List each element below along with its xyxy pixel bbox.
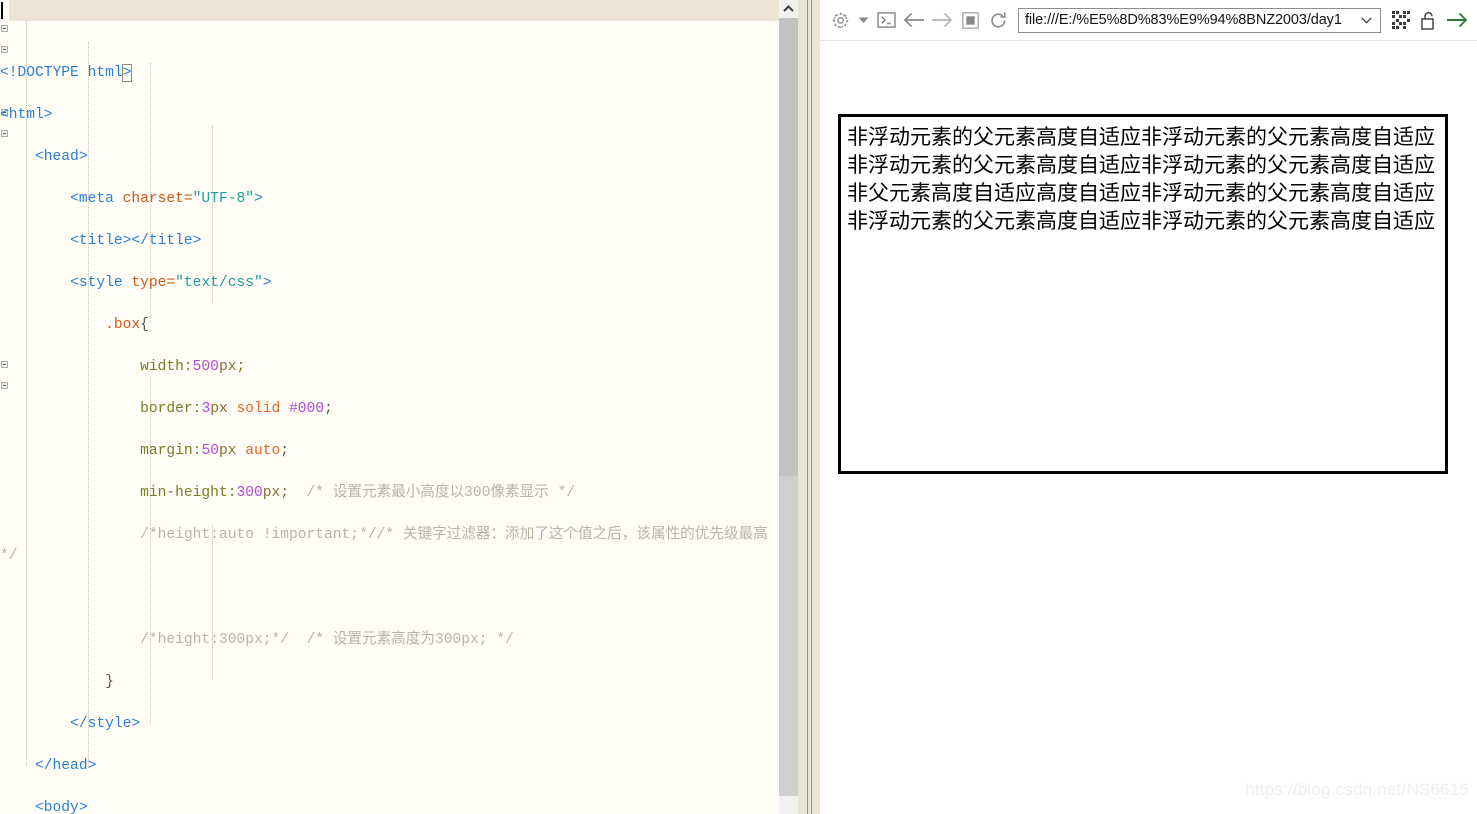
code-line[interactable]: <style type="text/css">	[0, 273, 779, 294]
arrow-right-icon	[932, 12, 953, 28]
pane-splitter[interactable]	[798, 0, 820, 814]
settings-dropdown-button[interactable]	[854, 6, 872, 34]
settings-gear-button[interactable]	[826, 6, 854, 34]
scroll-thumb[interactable]	[779, 18, 798, 476]
scroll-up-button[interactable]	[779, 0, 798, 18]
scroll-track[interactable]	[779, 476, 798, 814]
arrow-right-green-icon	[1447, 12, 1468, 28]
chevron-down-icon	[858, 17, 868, 23]
chevron-down-icon	[1360, 16, 1372, 24]
code-line[interactable]: </head>	[0, 756, 779, 777]
qr-code-button[interactable]	[1387, 6, 1415, 34]
reload-icon	[990, 12, 1006, 28]
code-line[interactable]: /*height:auto !important;*//* 关键字过滤器：添加了…	[0, 525, 779, 567]
code-line[interactable]: /*height:300px;*/ /* 设置元素高度为300px; */	[0, 630, 779, 651]
splitter-line	[807, 0, 808, 814]
rendered-page-viewport[interactable]: 非浮动元素的父元素高度自适应非浮动元素的父元素高度自适应非浮动元素的父元素高度自…	[820, 41, 1477, 814]
code-line[interactable]: <title></title>	[0, 231, 779, 252]
url-history-dropdown-button[interactable]	[1358, 16, 1374, 24]
code-editor-pane[interactable]: <!DOCTYPE html> <html> <head> <meta char…	[0, 0, 779, 814]
unlock-icon	[1421, 11, 1434, 30]
code-line[interactable]: min-height:300px; /* 设置元素最小高度以300像素显示 */	[0, 483, 779, 504]
browser-preview-pane[interactable]: file:///E:/%E5%8D%83%E9%94%8BNZ2003/day1	[820, 0, 1477, 814]
code-line[interactable]: <head>	[0, 147, 779, 168]
console-button[interactable]	[872, 6, 900, 34]
browser-toolbar[interactable]: file:///E:/%E5%8D%83%E9%94%8BNZ2003/day1	[820, 0, 1477, 41]
code-line[interactable]: </style>	[0, 714, 779, 735]
gear-icon	[831, 11, 849, 29]
qr-code-icon	[1392, 11, 1410, 29]
screen-root: <!DOCTYPE html> <html> <head> <meta char…	[0, 0, 1477, 814]
code-line[interactable]: width:500px;	[0, 357, 779, 378]
terminal-icon	[876, 12, 896, 28]
code-line[interactable]: <html>	[0, 105, 779, 126]
unlock-button[interactable]	[1415, 6, 1443, 34]
code-line[interactable]: <meta charset="UTF-8">	[0, 189, 779, 210]
code-line[interactable]: ​	[0, 588, 779, 609]
arrow-left-icon	[903, 12, 924, 28]
code-line[interactable]: .box{	[0, 315, 779, 336]
code-line[interactable]: }	[0, 672, 779, 693]
watermark-text: https://blog.csdn.net/NS6615	[1245, 780, 1469, 799]
address-bar[interactable]: file:///E:/%E5%8D%83%E9%94%8BNZ2003/day1	[1018, 7, 1381, 33]
forward-button[interactable]	[928, 6, 956, 34]
rendered-box-element: 非浮动元素的父元素高度自适应非浮动元素的父元素高度自适应非浮动元素的父元素高度自…	[838, 114, 1448, 474]
splitter-line	[811, 0, 812, 814]
url-input[interactable]: file:///E:/%E5%8D%83%E9%94%8BNZ2003/day1	[1025, 12, 1358, 28]
reload-button[interactable]	[984, 6, 1012, 34]
editor-vertical-scrollbar[interactable]	[779, 0, 798, 814]
code-line[interactable]: border:3px solid #000;	[0, 399, 779, 420]
code-line[interactable]: <body>	[0, 798, 779, 814]
rendered-box-text: 非浮动元素的父元素高度自适应非浮动元素的父元素高度自适应非浮动元素的父元素高度自…	[847, 125, 1435, 233]
code-text[interactable]: <!DOCTYPE html> <html> <head> <meta char…	[0, 0, 779, 814]
chevron-up-icon	[783, 5, 794, 12]
code-line[interactable]: <!DOCTYPE html>	[0, 63, 779, 84]
stop-square-icon	[961, 11, 979, 29]
scroll-down-button[interactable]	[779, 796, 798, 814]
stop-button[interactable]	[956, 6, 984, 34]
back-button[interactable]	[900, 6, 928, 34]
text-caret	[1, 2, 3, 19]
code-line[interactable]: margin:50px auto;	[0, 441, 779, 462]
go-button[interactable]	[1443, 6, 1471, 34]
